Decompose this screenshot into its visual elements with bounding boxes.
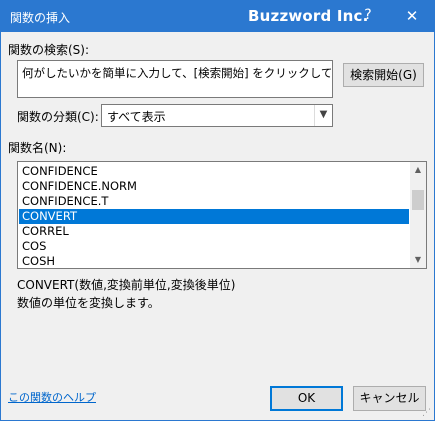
search-input[interactable]: 何がしたいかを簡単に入力して、[検索開始] をクリックしてください。 — [17, 60, 333, 98]
list-item-selected[interactable]: CONVERT — [19, 209, 409, 224]
search-label: 関数の検索(S): — [8, 43, 90, 57]
help-icon[interactable]: ? — [358, 7, 378, 23]
list-scrollbar[interactable]: ▲ ▼ — [410, 162, 426, 268]
dialog-title: 関数の挿入 — [10, 11, 71, 25]
scroll-thumb[interactable] — [412, 190, 424, 210]
insert-function-dialog: 関数の挿入 Buzzword Inc. ? ✕ 関数の検索(S): 何がしたいか… — [0, 0, 435, 421]
list-item[interactable]: CORREL — [19, 224, 409, 239]
function-syntax: CONVERT(数値,変換前単位,変換後単位) — [17, 278, 236, 292]
list-item[interactable]: CONFIDENCE.NORM — [19, 179, 409, 194]
function-description: 数値の単位を変換します。 — [17, 296, 160, 310]
category-selected-value: すべて表示 — [107, 110, 166, 124]
category-select[interactable]: すべて表示 ▼ — [101, 104, 333, 127]
brand-label: Buzzword Inc. — [248, 7, 369, 25]
list-item[interactable]: CONFIDENCE — [19, 164, 409, 179]
list-item[interactable]: CONFIDENCE.T — [19, 194, 409, 209]
function-name-label: 関数名(N): — [8, 141, 67, 155]
category-label: 関数の分類(C): — [17, 110, 99, 124]
function-help-link[interactable]: この関数のヘルプ — [8, 389, 96, 405]
list-item[interactable]: COSH — [19, 254, 409, 268]
scroll-up-icon[interactable]: ▲ — [410, 162, 426, 178]
close-icon[interactable]: ✕ — [401, 6, 423, 26]
function-list[interactable]: CONFIDENCE CONFIDENCE.NORM CONFIDENCE.T … — [17, 161, 427, 269]
ok-button[interactable]: OK — [270, 386, 343, 411]
list-item[interactable]: COS — [19, 239, 409, 254]
search-start-button[interactable]: 検索開始(G) — [343, 63, 424, 87]
resize-grip-icon[interactable]: ⋰ — [422, 408, 432, 418]
chevron-down-icon[interactable]: ▼ — [314, 105, 332, 126]
scroll-down-icon[interactable]: ▼ — [410, 252, 426, 268]
title-bar[interactable]: 関数の挿入 Buzzword Inc. ? ✕ — [1, 1, 434, 32]
cancel-button[interactable]: キャンセル — [353, 386, 426, 411]
